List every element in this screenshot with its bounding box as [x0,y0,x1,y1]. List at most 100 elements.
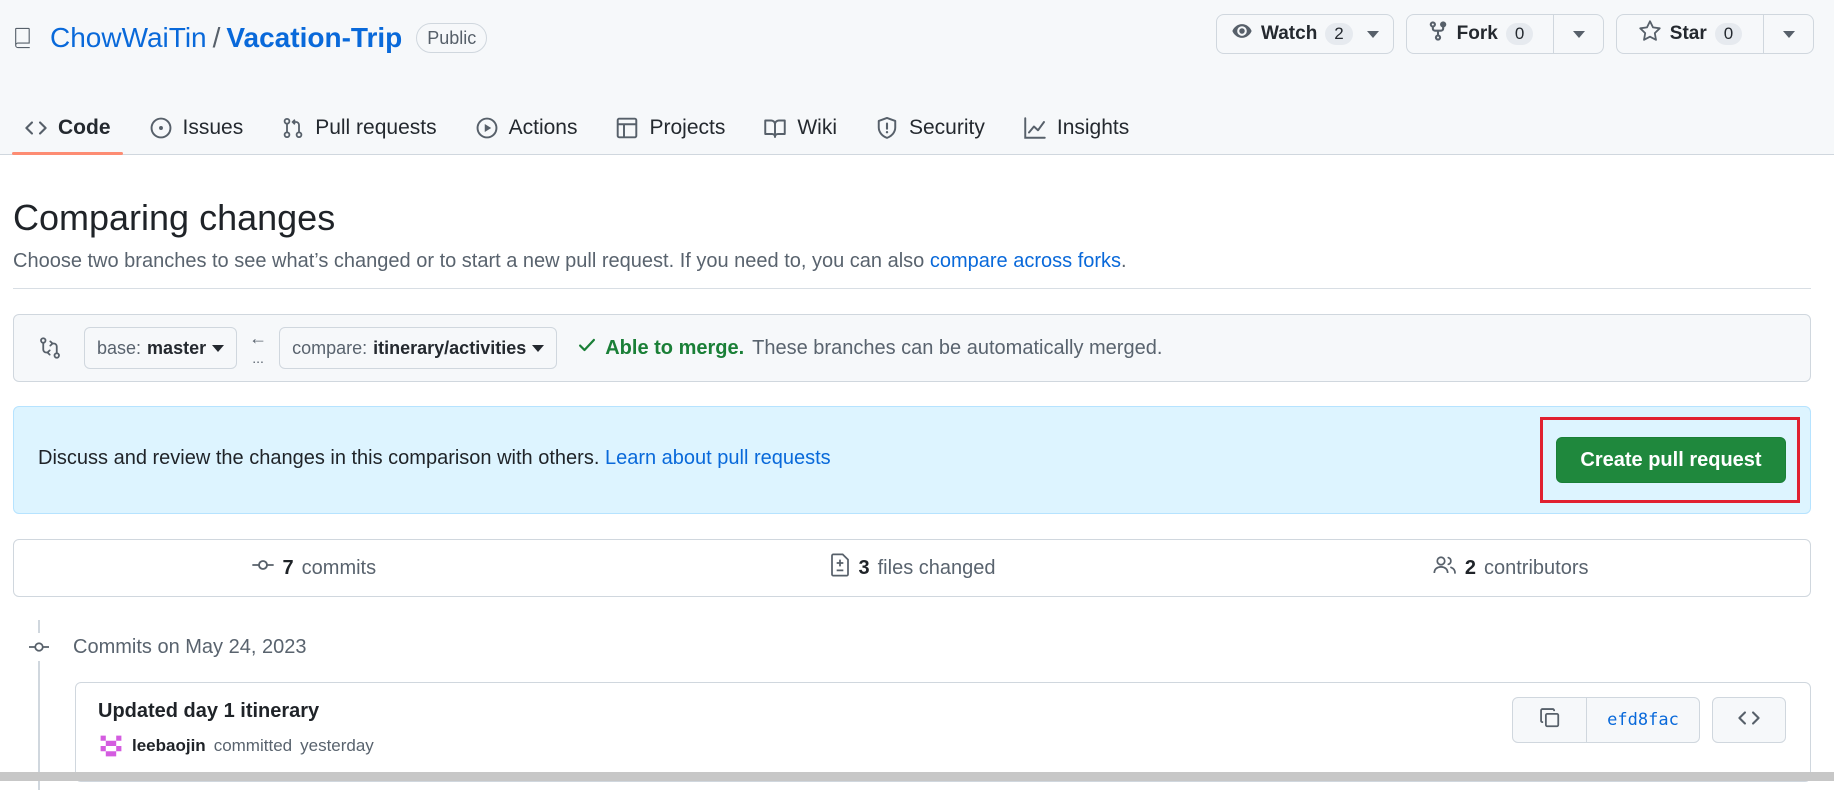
book-icon [764,119,787,138]
commits-summary[interactable]: 7 commits [14,554,613,582]
base-prefix: base: [97,337,142,358]
eye-icon [1231,20,1253,48]
chevron-down-icon [532,344,545,352]
watch-label: Watch [1261,23,1318,44]
commit-actions: efd8fac [1512,697,1786,743]
pull-request-icon [283,117,303,138]
graph-icon [1024,116,1046,139]
issue-icon [150,117,171,138]
tab-label: Insights [1056,115,1130,139]
subtitle-text: Choose two branches to see what’s change… [13,250,930,272]
merge-status: Able to merge. These branches can be aut… [577,335,1162,361]
compare-branch-select[interactable]: compare: itinerary/activities [279,327,558,369]
range-editor: base: master ← ... compare: itinerary/ac… [13,314,1811,382]
base-branch-select[interactable]: base: master [84,327,238,369]
tab-pull-requests[interactable]: Pull requests [269,100,448,155]
watch-count: 2 [1325,23,1353,45]
subtitle-end: . [1121,250,1127,272]
code-icon [1737,706,1761,735]
repo-nav-tabs: Code Issues Pull requests Actions Projec… [12,100,1155,155]
repo-icon [14,25,36,51]
repo-title-line: ChowWaiTin / Vacation-Trip Public [14,18,488,58]
tab-label: Issues [182,115,244,139]
banner-message: Discuss and review the changes in this c… [38,447,600,469]
files-label: files changed [877,556,996,579]
repo-actions: Watch 2 Fork 0 Star 0 [1216,14,1814,54]
fork-icon [1427,20,1449,48]
learn-about-pull-requests-link[interactable]: Learn about pull requests [605,447,831,469]
tab-projects[interactable]: Projects [603,100,737,155]
commit-title[interactable]: Updated day 1 itinerary [98,700,319,723]
commits-date-heading: Commits on May 24, 2023 [73,635,307,658]
tab-code[interactable]: Code [12,100,123,155]
star-menu-button[interactable] [1763,15,1813,53]
tab-label: Wiki [797,115,837,139]
tab-actions[interactable]: Actions [463,100,590,155]
tab-security[interactable]: Security [863,100,997,155]
check-icon [577,335,597,361]
commit-sha-link[interactable]: efd8fac [1587,698,1699,742]
tab-wiki[interactable]: Wiki [751,100,849,155]
horizontal-scrollbar[interactable] [0,772,1834,781]
table-icon [617,117,638,138]
code-icon [25,120,47,135]
play-icon [476,117,498,138]
copy-icon [1539,707,1561,734]
compare-icon [38,336,62,360]
repo-separator: / [212,22,221,53]
base-branch-name: master [147,337,207,358]
star-icon [1638,19,1662,49]
tab-label: Actions [508,115,578,139]
fork-button-group: Fork 0 [1406,14,1604,54]
visibility-badge: Public [416,23,488,53]
banner-text: Discuss and review the changes in this c… [38,447,831,470]
tab-label: Pull requests [315,115,437,139]
repo-name-link[interactable]: Vacation-Trip [226,22,402,54]
chevron-down-icon [1782,30,1795,38]
compare-across-forks-link[interactable]: compare across forks [930,250,1121,272]
fork-menu-button[interactable] [1553,15,1603,53]
commit-author[interactable]: leebaojin [132,736,206,756]
star-button[interactable]: Star 0 [1617,15,1763,53]
tab-insights[interactable]: Insights [1011,100,1141,155]
copy-sha-button[interactable] [1513,698,1587,742]
tab-label: Code [58,115,111,139]
shield-icon [877,116,897,139]
commit-icon [25,633,53,661]
commits-count: 7 [282,556,294,579]
fork-count: 0 [1505,23,1534,45]
avatar[interactable] [98,733,124,759]
tab-issues[interactable]: Issues [137,100,256,155]
tab-label: Security [909,115,985,139]
merge-status-label: Able to merge. [605,336,745,359]
fork-button[interactable]: Fork 0 [1407,15,1553,53]
contributors-summary[interactable]: 2 contributors [1211,554,1810,582]
chevron-down-icon [212,344,225,352]
arrow-left-icon: ← [249,328,268,348]
create-pr-banner: Discuss and review the changes in this c… [13,406,1811,514]
contributors-label: contributors [1483,556,1589,579]
repo-owner-link[interactable]: ChowWaiTin [50,22,207,54]
commit-meta: leebaojin committed yesterday [98,733,374,759]
compare-prefix: compare: [292,337,368,358]
commit-list-item: Updated day 1 itinerary leebaojin commit… [75,682,1811,782]
commits-label: commits [301,556,377,579]
browse-repo-button[interactable] [1712,697,1786,743]
star-label: Star [1669,23,1707,44]
create-pull-request-button[interactable]: Create pull request [1556,437,1786,483]
star-count: 0 [1714,23,1743,45]
sha-button-group: efd8fac [1512,697,1700,743]
star-button-group: Star 0 [1616,14,1814,54]
fork-label: Fork [1456,23,1498,44]
files-count: 3 [858,556,870,579]
commit-icon [251,554,275,582]
commit-action: committed [213,736,293,755]
watch-button-group: Watch 2 [1216,14,1394,54]
merge-status-detail: These branches can be automatically merg… [752,336,1163,359]
range-ellipsis: ... [252,350,264,366]
chevron-down-icon [1572,30,1585,38]
contributors-count: 2 [1464,556,1476,579]
files-summary[interactable]: 3 files changed [613,553,1212,583]
watch-button[interactable]: Watch 2 [1217,15,1393,53]
page-title: Comparing changes [13,197,336,238]
